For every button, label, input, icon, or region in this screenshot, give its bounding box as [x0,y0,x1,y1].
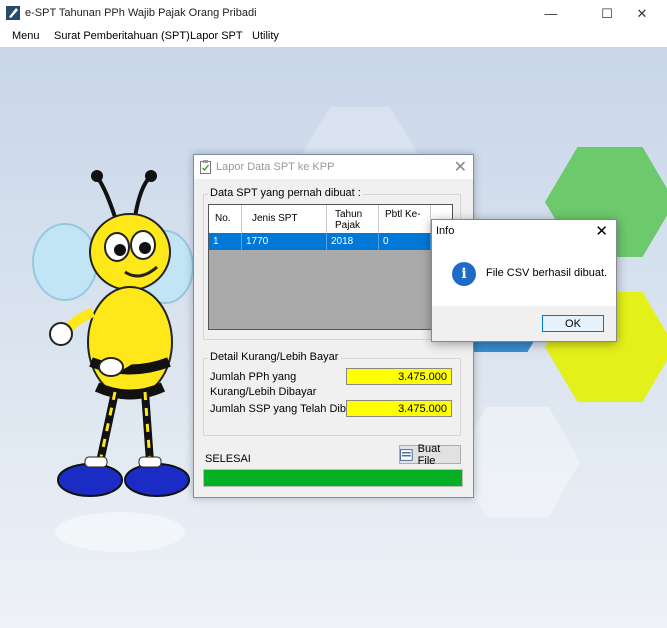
file-icon [400,448,413,461]
buat-file-button[interactable]: Buat File [399,442,461,467]
bee-mascot-image [32,170,194,552]
cell-no: 1 [209,233,242,250]
info-close-button[interactable]: ✕ [595,222,608,240]
buat-file-label: Buat File [417,442,441,467]
info-messagebox: Info ✕ i File CSV berhasil dibuat. OK [431,219,617,342]
spt-table-header: No. Jenis SPT Tahun Pajak Pbtl Ke- [209,205,452,233]
ssp-dibayar-field[interactable]: 3.475.000 [346,400,452,417]
group-detail-bayar-label: Detail Kurang/Lebih Bayar [208,351,341,363]
group-data-spt-label: Data SPT yang pernah dibuat : [208,187,363,199]
spt-table[interactable]: No. Jenis SPT Tahun Pajak Pbtl Ke- 1 177… [208,204,453,330]
column-header-jenis-spt[interactable]: Jenis SPT [242,205,327,233]
pph-kurang-lebih-field[interactable]: 3.475.000 [346,368,452,385]
info-message: File CSV berhasil dibuat. [486,267,608,279]
menu-item-menu[interactable]: Menu [12,30,40,42]
menu-item-lapor-spt[interactable]: Lapor SPT [190,30,243,42]
cell-jenis-spt: 1770 [242,233,327,250]
menu-bar: Menu Surat Pemberitahuan (SPT) Lapor SPT… [0,27,667,47]
information-icon: i [452,262,476,286]
dialog-close-button[interactable]: ✕ [454,157,467,177]
title-bar: e-SPT Tahunan PPh Wajib Pajak Orang Prib… [0,0,667,27]
status-label: SELESAI [205,453,251,465]
cell-tahun-pajak: 2018 [327,233,379,250]
menu-item-utility[interactable]: Utility [252,30,279,42]
clipboard-icon [200,160,211,174]
close-button[interactable]: ✕ [619,0,665,27]
menu-item-spt[interactable]: Surat Pemberitahuan (SPT) [54,30,190,42]
ok-button[interactable]: OK [542,315,604,332]
column-header-tahun-pajak[interactable]: Tahun Pajak [327,205,379,233]
table-row[interactable]: 1 1770 2018 0 [209,233,452,250]
minimize-button[interactable]: — [528,0,574,27]
info-footer: OK [432,306,616,341]
app-icon [6,6,20,20]
progress-bar [203,469,463,487]
dialog-title: Lapor Data SPT ke KPP [216,161,335,173]
cell-pbtl-ke: 0 [379,233,431,250]
column-header-no[interactable]: No. [209,205,242,233]
pph-kurang-lebih-label: Jumlah PPh yang Kurang/Lebih Dibayar [210,371,317,398]
dialog-title-bar: Lapor Data SPT ke KPP ✕ [194,155,473,179]
window-title: e-SPT Tahunan PPh Wajib Pajak Orang Prib… [25,7,257,19]
ssp-dibayar-label: Jumlah SSP yang Telah Dibayar [210,403,368,415]
info-title: Info [436,225,455,237]
column-header-pbtl-ke[interactable]: Pbtl Ke- [379,205,431,233]
